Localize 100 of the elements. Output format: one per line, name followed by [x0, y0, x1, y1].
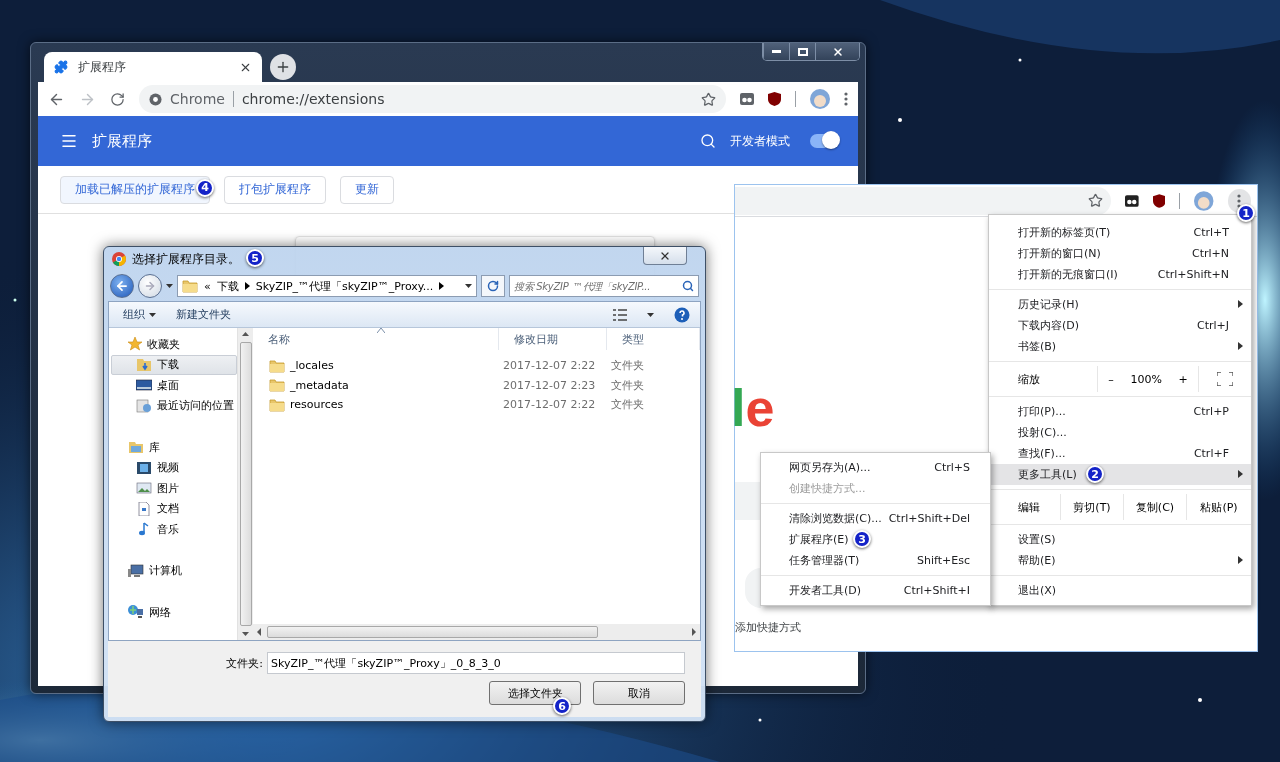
column-header[interactable]: 修改日期 — [499, 328, 607, 350]
nav-item[interactable]: 音乐 — [111, 519, 237, 540]
menu-item[interactable]: 清除浏览数据(C)... Ctrl+Shift+Del — [761, 508, 990, 529]
menu-item[interactable]: 帮助(E) — [989, 550, 1251, 571]
menu-item[interactable]: 查找(F)... Ctrl+F — [989, 443, 1251, 464]
menu-item[interactable]: 设置(S) — [989, 529, 1251, 550]
field-label: 文件夹: — [226, 655, 263, 671]
new-folder-button[interactable]: 新建文件夹 — [176, 307, 231, 322]
maximize-icon — [797, 47, 808, 56]
menu-item[interactable]: 书签(B) — [989, 336, 1251, 357]
menu-item[interactable]: 退出(X) — [989, 580, 1251, 601]
step-badge: 5 — [246, 249, 264, 267]
address-bar[interactable]: Chrome chrome://extensions — [139, 85, 726, 113]
action-button[interactable]: 更新 — [340, 175, 394, 204]
nav-item[interactable]: 计算机 — [111, 560, 237, 581]
edit-button[interactable]: 复制(C) — [1124, 494, 1187, 520]
menu-item[interactable]: 打开新的无痕窗口(I) Ctrl+Shift+N — [989, 264, 1251, 285]
chevron-icon — [439, 282, 445, 290]
organize-menu[interactable]: 组织 — [123, 307, 156, 322]
star-icon[interactable] — [701, 91, 716, 107]
desktop-icon — [136, 378, 152, 393]
menu-label: 缩放 — [1017, 371, 1041, 388]
search-icon[interactable] — [700, 133, 716, 149]
file-name[interactable]: resources — [253, 397, 499, 412]
menu-item[interactable]: 开发者工具(D) Ctrl+Shift+I — [761, 580, 990, 601]
zoom-out-button[interactable]: – — [1104, 372, 1118, 386]
menu-icon[interactable] — [60, 132, 78, 150]
nav-item[interactable]: 图片 — [111, 478, 237, 499]
browser-tab[interactable]: 扩展程序 — [44, 52, 262, 82]
nav-item[interactable]: 下载 — [111, 354, 237, 375]
library-icon — [128, 440, 144, 455]
star-icon[interactable] — [1087, 193, 1103, 208]
type-cell-text: 文件夹 — [610, 377, 645, 393]
breadcrumb-item[interactable]: « — [204, 279, 211, 293]
menu-icon — [1237, 193, 1242, 208]
nav-item[interactable]: 桌面 — [111, 375, 237, 396]
refresh-button[interactable] — [481, 275, 505, 297]
search-field[interactable] — [735, 482, 761, 520]
nav-item[interactable]: 视频 — [111, 457, 237, 478]
file-name[interactable]: _metadata — [253, 378, 499, 393]
edit-button[interactable]: 粘贴(P) — [1187, 494, 1251, 520]
edit-button[interactable]: 剪切(T) — [1061, 494, 1124, 520]
chrome-logo-icon — [112, 252, 126, 266]
zoom-in-button[interactable]: + — [1174, 372, 1192, 386]
menu-item[interactable]: 网页另存为(A)... Ctrl+S — [761, 457, 990, 478]
download-folder-icon — [136, 357, 152, 372]
menu-item[interactable]: 打印(P)... Ctrl+P — [989, 401, 1251, 422]
nav-item[interactable]: 收藏夹 — [111, 334, 237, 355]
menu-icon[interactable] — [844, 92, 848, 106]
menu-item[interactable]: 任务管理器(T) Shift+Esc — [761, 550, 990, 571]
shortcut-label: 添加快捷方式 — [735, 620, 801, 635]
developer-mode-toggle[interactable] — [810, 134, 838, 148]
extension-icon[interactable] — [1124, 194, 1139, 207]
menu-item[interactable]: 投射(C)... — [989, 422, 1251, 443]
shield-icon[interactable] — [1152, 193, 1166, 208]
refresh-icon — [487, 280, 499, 292]
url-text: chrome://extensions — [241, 91, 386, 107]
extension-icon[interactable] — [740, 93, 754, 105]
help-icon[interactable] — [674, 306, 690, 323]
folder-input[interactable]: SkyZIP_™代理「skyZIP™_Proxy」_0_8_3_0 — [267, 652, 685, 674]
scroll-right-icon[interactable] — [690, 628, 698, 636]
file-name[interactable]: _locales — [253, 358, 499, 373]
maximize-button[interactable] — [789, 43, 815, 60]
type-cell-text: 文件夹 — [610, 397, 645, 413]
breadcrumb-item[interactable]: SkyZIP_™代理「skyZIP™_Proxy... — [255, 278, 434, 294]
close-button[interactable] — [815, 43, 859, 60]
dialog-button[interactable]: 取消 — [593, 681, 685, 705]
back-button[interactable] — [110, 274, 134, 298]
close-button[interactable] — [643, 247, 687, 265]
menu-item[interactable]: 历史记录(H) — [989, 294, 1251, 315]
menu-item[interactable]: 打开新的窗口(N) Ctrl+N — [989, 243, 1251, 264]
shield-icon[interactable] — [768, 92, 781, 106]
breadcrumb-item[interactable]: 下载 — [216, 278, 239, 294]
recent-places-icon — [136, 398, 152, 413]
nav-item[interactable]: 库 — [111, 437, 237, 458]
address-field[interactable]: « 下载 SkyZIP_™代理「skyZIP™_Proxy... — [177, 275, 477, 297]
menu-item[interactable]: 扩展程序(E) 3 — [761, 529, 990, 550]
column-header[interactable]: 名称 — [253, 328, 499, 350]
nav-item[interactable]: 网络 — [111, 602, 237, 623]
menu-item[interactable]: 下载内容(D) Ctrl+J — [989, 315, 1251, 336]
reload-icon[interactable] — [110, 91, 125, 107]
forward-button[interactable] — [138, 274, 162, 298]
action-button[interactable]: 打包扩展程序 — [224, 175, 326, 204]
shortcut-tile[interactable] — [745, 568, 761, 608]
folder-icon — [182, 279, 198, 293]
menu-item[interactable]: 更多工具(L) 2 — [989, 464, 1251, 485]
view-icon[interactable] — [613, 308, 627, 321]
nav-item[interactable]: 文档 — [111, 498, 237, 519]
new-tab-button[interactable] — [270, 54, 296, 80]
scrollbar[interactable] — [253, 624, 700, 640]
menu-item[interactable]: 打开新的标签页(T) Ctrl+T — [989, 222, 1251, 243]
arrow-right-icon — [1238, 470, 1243, 478]
minimize-button[interactable] — [763, 43, 789, 60]
search-field[interactable]: 搜索 SkyZIP_™代理「skyZIP... — [509, 275, 699, 297]
chrome-icon — [149, 92, 162, 106]
nav-item[interactable]: 最近访问的位置 — [111, 395, 237, 416]
scrollbar[interactable] — [237, 328, 253, 640]
column-header[interactable]: 类型 — [607, 328, 700, 350]
scroll-left-icon[interactable] — [255, 628, 263, 636]
close-icon — [831, 45, 844, 58]
